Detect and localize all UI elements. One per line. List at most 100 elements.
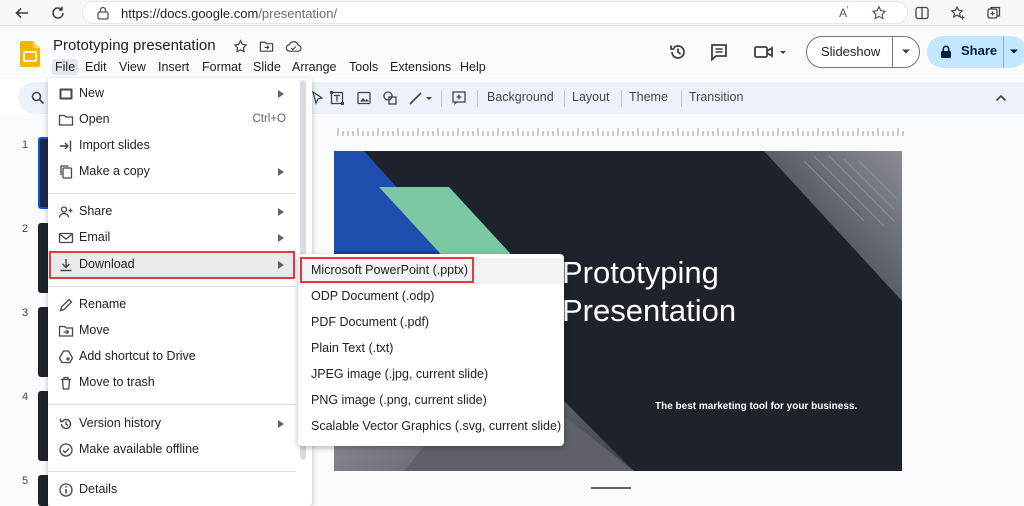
- line-icon[interactable]: [408, 90, 434, 106]
- submenu-arrow-icon: [278, 208, 284, 216]
- slideshow-divider: [892, 37, 893, 67]
- menu-item-shortcut: Ctrl+O: [252, 113, 286, 125]
- cloud-saved-icon[interactable]: [285, 39, 302, 54]
- share-label: Share: [961, 43, 998, 58]
- slide-thumbnail-4[interactable]: [38, 391, 48, 461]
- chevron-down-icon[interactable]: [1009, 48, 1019, 56]
- document-title[interactable]: Prototyping presentation: [53, 37, 216, 54]
- slide-thumbnail-1[interactable]: [38, 137, 48, 209]
- import-icon: [60, 140, 72, 152]
- slide-thumbnail-5[interactable]: [38, 475, 48, 506]
- favorite-star-icon[interactable]: [871, 5, 887, 21]
- menu-file[interactable]: File: [52, 59, 79, 75]
- read-aloud-icon[interactable]: Aꞌ: [839, 5, 849, 20]
- menu-view[interactable]: View: [116, 59, 149, 75]
- version-history-icon[interactable]: [668, 42, 688, 62]
- person-add-icon: [58, 206, 73, 218]
- site-info-icon[interactable]: [95, 5, 111, 21]
- new-slide-icon: [59, 88, 73, 100]
- menu-item-make-offline[interactable]: Make available offline: [48, 437, 296, 463]
- slide-number: 1: [22, 139, 29, 151]
- menu-item-version-history[interactable]: Version history: [48, 411, 296, 437]
- slideshow-button[interactable]: Slideshow: [806, 36, 920, 68]
- chevron-down-icon[interactable]: [901, 48, 911, 56]
- reload-button[interactable]: [48, 3, 68, 23]
- slide-number: 2: [22, 223, 29, 235]
- download-odp[interactable]: ODP Document (.odp): [298, 284, 564, 310]
- download-png[interactable]: PNG image (.png, current slide): [298, 388, 564, 414]
- menu-item-details[interactable]: Details: [48, 477, 296, 503]
- shape-icon[interactable]: [382, 90, 398, 106]
- move-folder-icon[interactable]: [259, 39, 274, 54]
- slide-thumbnail-3[interactable]: [38, 307, 48, 377]
- slide-thumbnail-2[interactable]: [38, 223, 48, 293]
- google-slides-logo-icon[interactable]: [20, 41, 40, 67]
- transition-button[interactable]: Transition: [689, 90, 743, 104]
- drive-shortcut-icon: [58, 350, 74, 364]
- comments-icon[interactable]: [709, 42, 729, 62]
- menu-item-email[interactable]: Email: [48, 225, 296, 251]
- meet-camera-icon[interactable]: [754, 43, 788, 61]
- offline-icon: [59, 443, 73, 457]
- menu-help[interactable]: Help: [457, 59, 489, 75]
- pptx-highlight-box: [300, 257, 474, 283]
- collections-icon[interactable]: [986, 5, 1002, 21]
- menu-divider: [48, 404, 296, 405]
- favorites-icon[interactable]: [950, 5, 966, 21]
- slide-title[interactable]: Prototyping Presentation: [562, 254, 736, 330]
- toolbar-separator: [621, 90, 622, 107]
- menu-item-move-to-trash[interactable]: Move to trash: [48, 370, 296, 396]
- submenu-arrow-icon: [278, 234, 284, 242]
- select-icon[interactable]: [310, 90, 326, 106]
- menu-item-make-copy[interactable]: Make a copy: [48, 159, 296, 185]
- menu-slide[interactable]: Slide: [250, 59, 284, 75]
- browser-toolbar: https://docs.google.com/presentation/ Aꞌ: [0, 0, 1024, 26]
- share-button[interactable]: Share: [927, 36, 1024, 68]
- info-icon: [59, 483, 73, 497]
- search-menus-icon[interactable]: [31, 91, 45, 105]
- download-svg[interactable]: Scalable Vector Graphics (.svg, current …: [298, 414, 564, 440]
- insert-image-icon[interactable]: [356, 90, 372, 106]
- menu-item-move[interactable]: Move: [48, 318, 296, 344]
- menu-format[interactable]: Format: [199, 59, 245, 75]
- menu-item-rename[interactable]: Rename: [48, 292, 296, 318]
- add-comment-icon[interactable]: [451, 90, 467, 106]
- menu-item-label: Details: [79, 482, 118, 496]
- share-divider: [1003, 36, 1004, 68]
- canvas-scroll-indicator[interactable]: [591, 487, 631, 489]
- address-bar[interactable]: https://docs.google.com/presentation/ Aꞌ: [82, 1, 908, 24]
- menu-item-open[interactable]: Open Ctrl+O: [48, 107, 296, 133]
- copy-icon: [60, 165, 73, 179]
- download-jpg[interactable]: JPEG image (.jpg, current slide): [298, 362, 564, 388]
- back-button[interactable]: [12, 3, 32, 23]
- menu-insert[interactable]: Insert: [155, 59, 192, 75]
- lock-icon: [941, 45, 951, 58]
- menu-arrange[interactable]: Arrange: [289, 59, 339, 75]
- collapse-toolbar-icon[interactable]: [995, 93, 1007, 103]
- menu-item-label: Version history: [79, 416, 161, 430]
- menu-item-add-shortcut[interactable]: Add shortcut to Drive: [48, 344, 296, 370]
- menu-item-import-slides[interactable]: Import slides: [48, 133, 296, 159]
- download-txt[interactable]: Plain Text (.txt): [298, 336, 564, 362]
- menu-edit[interactable]: Edit: [82, 59, 110, 75]
- arrow-left-icon: [15, 7, 28, 19]
- star-icon[interactable]: [233, 39, 248, 54]
- layout-button[interactable]: Layout: [572, 90, 610, 104]
- text-box-icon[interactable]: [329, 90, 345, 106]
- split-screen-icon[interactable]: [914, 5, 930, 21]
- submenu-arrow-icon: [278, 168, 284, 176]
- download-pdf[interactable]: PDF Document (.pdf): [298, 310, 564, 336]
- slide-number: 4: [22, 391, 29, 403]
- slide-subtitle[interactable]: The best marketing tool for your busines…: [655, 401, 857, 412]
- pencil-icon: [59, 298, 73, 312]
- background-button[interactable]: Background: [487, 90, 554, 104]
- slide-number: 3: [22, 307, 29, 319]
- menu-item-share[interactable]: Share: [48, 199, 296, 225]
- menu-item-label: Share: [79, 204, 113, 218]
- menu-item-new[interactable]: New: [48, 81, 296, 107]
- menu-extensions[interactable]: Extensions: [387, 59, 454, 75]
- menu-tools[interactable]: Tools: [346, 59, 381, 75]
- theme-button[interactable]: Theme: [629, 90, 668, 104]
- slide-photo-right: [764, 151, 902, 301]
- reload-icon: [52, 6, 64, 19]
